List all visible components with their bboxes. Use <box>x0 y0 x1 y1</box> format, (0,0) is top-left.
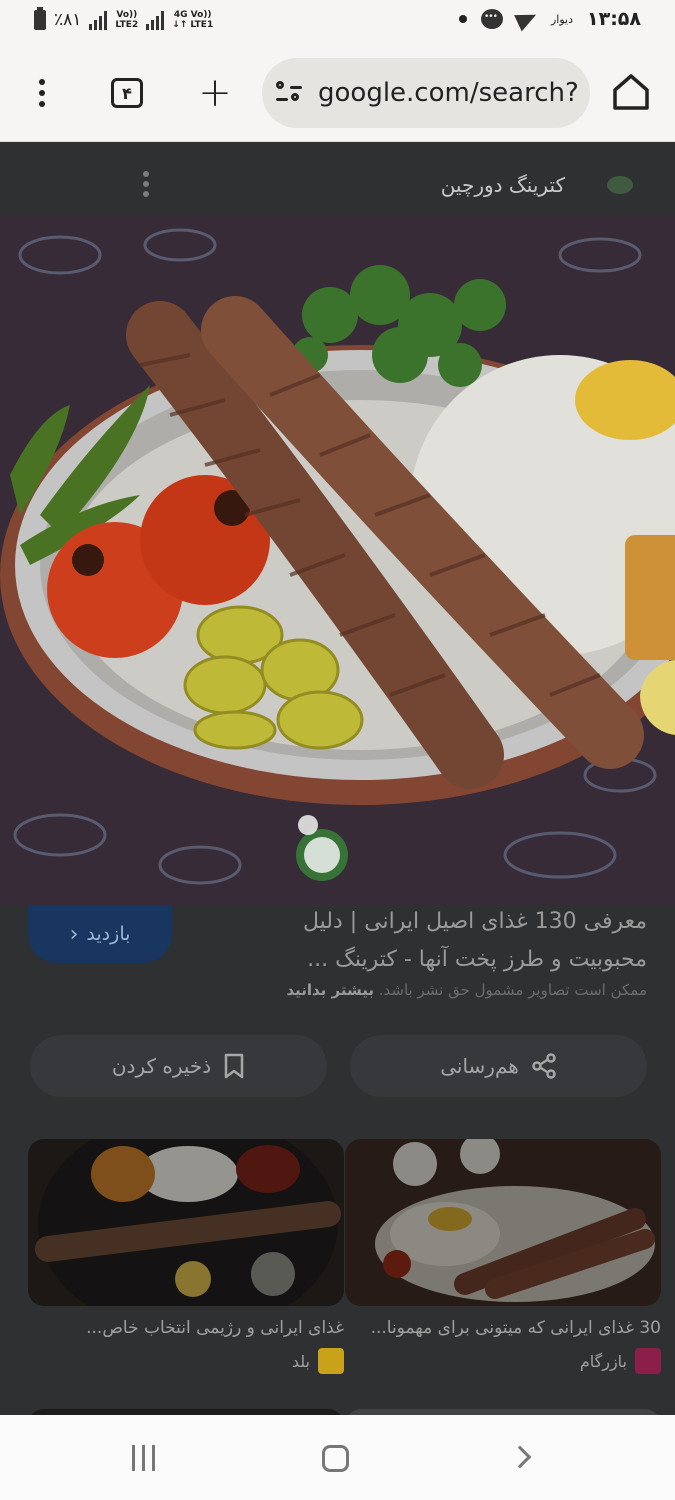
related-source-2: بلد <box>28 1348 344 1374</box>
status-right: دیوار ۱۳:۵۸ <box>458 6 641 32</box>
notification-dot-icon <box>458 15 467 23</box>
source-name[interactable]: کترینگ دورچین <box>441 173 565 197</box>
bookmark-icon <box>224 1053 244 1079</box>
signal-icon-2 <box>146 10 165 30</box>
telegram-icon <box>514 6 540 32</box>
status-left: ٪۸۱ Vo)) LTE2 4G Vo)) ↓↑ LTE1 <box>34 7 213 30</box>
bazargam-logo-icon <box>635 1348 661 1374</box>
tab-count: ۴ <box>111 78 143 108</box>
related-image-2 <box>28 1139 344 1306</box>
chat-icon <box>480 9 503 29</box>
network-label-1: Vo)) LTE2 <box>115 10 138 30</box>
home-nav-button[interactable] <box>322 1445 349 1472</box>
network-2-bottom: ↓↑ LTE1 <box>172 20 214 30</box>
status-bar: ٪۸۱ Vo)) LTE2 4G Vo)) ↓↑ LTE1 دیوار ۱۳:۵… <box>0 0 675 48</box>
related-image-1 <box>345 1139 661 1306</box>
related-food-image-2 <box>28 1139 344 1306</box>
disclaimer-text: ممکن است تصاویر مشمول حق نشر باشد. <box>378 981 647 999</box>
visit-label: بازدید <box>86 923 131 945</box>
result-image[interactable] <box>0 215 675 905</box>
browser-toolbar: ۴ + google.com/search? <box>0 48 675 142</box>
related-card-1[interactable]: 30 غذای ایرانی که میتونی برای مهمونا... … <box>345 1139 661 1374</box>
network-1-top: Vo)) <box>116 10 138 20</box>
more-vertical-icon <box>39 79 45 107</box>
tab-switcher-button[interactable]: ۴ <box>102 68 152 118</box>
back-button[interactable] <box>508 1445 532 1469</box>
copyright-disclaimer: ممکن است تصاویر مشمول حق نشر باشد. بیشتر… <box>286 981 647 999</box>
related-source-name-2: بلد <box>291 1351 310 1371</box>
signal-icon <box>89 10 108 30</box>
save-button[interactable]: ذخیره کردن <box>30 1035 327 1097</box>
image-viewer-page: کترینگ دورچین بازدید ‹ معرفی 130 غذای اص… <box>0 143 675 1415</box>
related-source-name-1: بازرگام <box>579 1351 627 1371</box>
related-card-2[interactable]: غذای ایرانی و رژیمی انتخاب خاص... بلد <box>28 1139 344 1374</box>
share-label: هم‌رسانی <box>440 1054 519 1078</box>
menu-button[interactable] <box>17 68 67 118</box>
network-1-bottom: LTE2 <box>115 20 139 30</box>
network-label-2: 4G Vo)) ↓↑ LTE1 <box>172 10 213 30</box>
battery-icon <box>34 7 46 30</box>
home-button[interactable] <box>609 70 653 114</box>
learn-more-link[interactable]: بیشتر بدانید <box>286 981 374 999</box>
source-header: کترینگ دورچین <box>0 143 675 215</box>
result-title[interactable]: معرفی 130 غذای اصیل ایرانی | دلیل محبوبی… <box>247 903 647 979</box>
clock: ۱۳:۵۸ <box>587 8 641 30</box>
visit-button[interactable]: بازدید ‹ <box>28 905 172 963</box>
site-settings-icon <box>276 81 304 104</box>
share-button[interactable]: هم‌رسانی <box>350 1035 647 1097</box>
related-food-image-1 <box>345 1139 661 1306</box>
related-title-2: غذای ایرانی و رژیمی انتخاب خاص... <box>86 1318 344 1338</box>
related-title-1: 30 غذای ایرانی که میتونی برای مهمونا... <box>370 1318 661 1338</box>
battery-level: ٪۸۱ <box>54 10 82 30</box>
recents-button[interactable] <box>132 1445 155 1471</box>
plus-icon: + <box>198 70 232 116</box>
address-bar[interactable]: google.com/search? <box>262 58 590 128</box>
more-options-icon[interactable] <box>143 171 149 197</box>
source-favicon <box>607 176 633 194</box>
balad-logo-icon <box>318 1348 344 1374</box>
chevron-left-icon: ‹ <box>69 921 79 947</box>
network-2-top: 4G Vo)) <box>173 10 212 20</box>
new-tab-button[interactable]: + <box>190 68 240 118</box>
home-icon <box>613 74 649 110</box>
kebab-plate-image <box>0 215 675 905</box>
url-text: google.com/search? <box>318 78 579 108</box>
share-icon <box>532 1053 556 1079</box>
system-nav-bar <box>0 1415 675 1500</box>
related-source-1: بازرگام <box>345 1348 661 1374</box>
divar-app-label: دیوار <box>550 12 573 26</box>
save-label: ذخیره کردن <box>111 1054 212 1078</box>
